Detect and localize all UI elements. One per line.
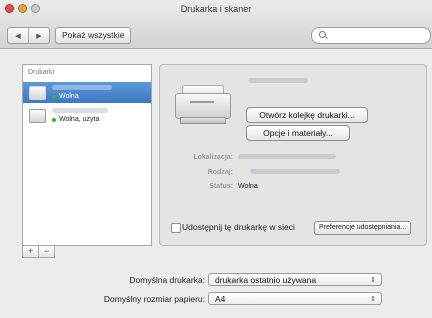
- select-arrows-icon: ⇕: [370, 277, 376, 284]
- default-printer-select[interactable]: drukarka ostatnio używana ⇕: [208, 273, 382, 286]
- printer-list[interactable]: Drukarki Wolna Wolna, użyta: [22, 64, 152, 246]
- status-label: Status:: [209, 183, 233, 190]
- window-title: Drukarka i skaner: [180, 4, 252, 14]
- status-dot-icon: [52, 117, 56, 122]
- nav-buttons: ◀ ▶: [7, 27, 50, 44]
- printer-title-redacted: [248, 78, 308, 83]
- kind-value-redacted: [250, 169, 340, 174]
- printer-icon: [29, 86, 46, 100]
- printer-icon: [29, 109, 46, 123]
- printer-list-item[interactable]: Wolna, użyta: [23, 105, 151, 126]
- share-printer-label[interactable]: Udostępnij tę drukarkę w sieci: [182, 222, 295, 232]
- default-paper-value: A4: [215, 294, 226, 304]
- location-value-redacted: [238, 154, 336, 159]
- default-printer-value: drukarka ostatnio używana: [215, 275, 317, 285]
- show-all-button[interactable]: Pokaż wszystkie: [55, 27, 132, 44]
- window-titlebar: Drukarka i skaner ◀ ▶ Pokaż wszystkie: [0, 0, 432, 49]
- remove-printer-button[interactable]: −: [38, 246, 54, 257]
- search-input[interactable]: [311, 27, 431, 44]
- add-printer-button[interactable]: +: [23, 246, 38, 257]
- printer-name-redacted: [52, 85, 112, 90]
- printer-name-redacted: [52, 108, 108, 113]
- location-label: Lokalizacja:: [193, 154, 233, 161]
- printer-status: Wolna, użyta: [59, 116, 100, 123]
- default-printer-label: Domyślna drukarka:: [129, 275, 205, 285]
- printer-list-header: Drukarki: [28, 69, 55, 76]
- forward-button[interactable]: ▶: [28, 28, 49, 43]
- printer-image: [172, 83, 232, 125]
- list-edit-buttons: + −: [22, 245, 55, 258]
- printer-list-item[interactable]: Wolna: [23, 82, 151, 103]
- printer-status: Wolna: [59, 93, 79, 100]
- status-dot-icon: [52, 94, 56, 99]
- select-arrows-icon: ⇕: [370, 296, 376, 303]
- default-paper-label: Domyślny rozmiar papieru:: [103, 294, 205, 304]
- search-icon: [319, 31, 326, 38]
- sharing-preferences-button[interactable]: Preferencje udostępniania...: [314, 221, 412, 235]
- kind-label: Rodzaj:: [207, 169, 233, 176]
- status-value: Wolna: [238, 183, 258, 190]
- default-paper-select[interactable]: A4 ⇕: [208, 292, 382, 305]
- open-print-queue-button[interactable]: Otwórz kolejkę drukarki...: [246, 107, 368, 123]
- printer-details-panel: Otwórz kolejkę drukarki... Opcje i mater…: [159, 64, 427, 246]
- back-button[interactable]: ◀: [8, 28, 28, 43]
- share-printer-checkbox[interactable]: [171, 223, 181, 233]
- options-supplies-button[interactable]: Opcje i materiały...: [246, 125, 350, 141]
